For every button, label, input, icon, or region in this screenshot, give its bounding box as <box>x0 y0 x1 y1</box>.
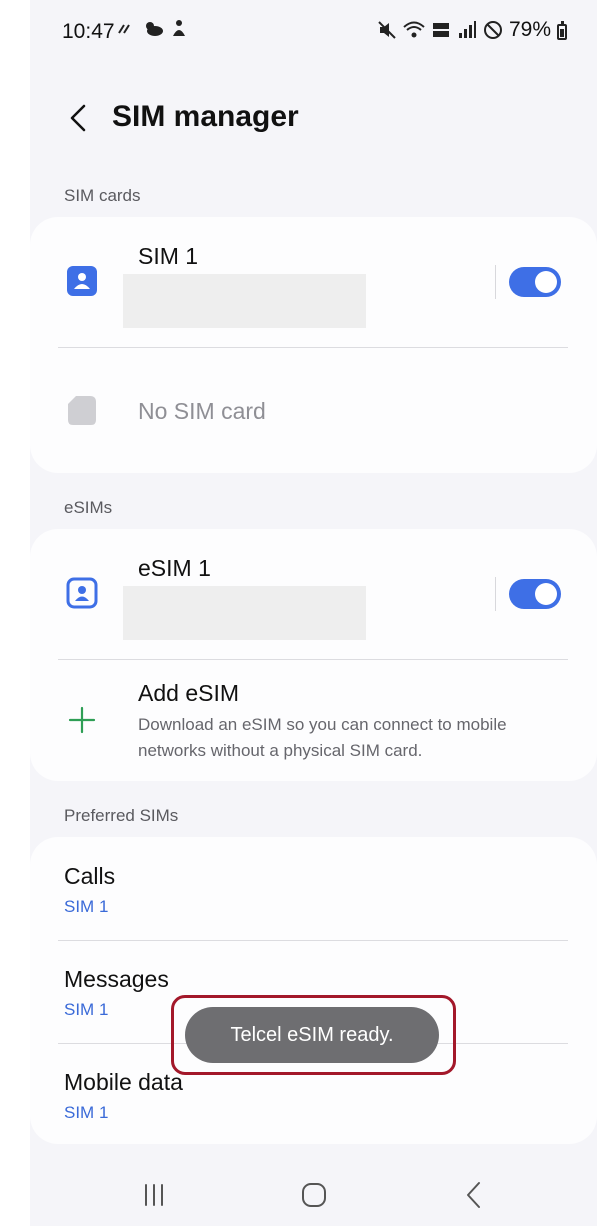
sim-manager-screen: 10:47 79% SIM manager SIM cards SIM 1 No… <box>30 0 597 1226</box>
back-icon <box>467 1182 480 1208</box>
calls-value: SIM 1 <box>64 897 109 916</box>
mobile-data-label: Mobile data <box>64 1069 183 1095</box>
page-title: SIM manager <box>112 100 299 133</box>
sim-card-icon <box>66 265 98 297</box>
back-button[interactable] <box>64 98 94 138</box>
sim-card-empty-icon <box>66 394 98 426</box>
recents-button[interactable] <box>134 1178 174 1212</box>
esim-icon <box>66 577 98 609</box>
home-icon <box>302 1183 326 1207</box>
status-time: 10:47 <box>62 20 115 43</box>
home-button[interactable] <box>294 1178 334 1212</box>
empty-sim-slot-row: No SIM card <box>30 348 597 473</box>
chevron-left-icon <box>70 104 86 132</box>
plus-icon <box>66 704 98 736</box>
preferred-sims-card: Calls SIM 1 Messages SIM 1 Mobile data S… <box>30 837 597 1144</box>
section-label-preferred-sims: Preferred SIMs <box>64 806 179 825</box>
weather-icon <box>146 22 163 36</box>
calls-row[interactable]: Calls SIM 1 <box>30 837 597 940</box>
status-bar: 10:47 79% <box>30 0 597 64</box>
mobile-data-value: SIM 1 <box>64 1103 109 1122</box>
esim1-details-redacted <box>123 586 366 640</box>
sim1-toggle[interactable] <box>509 267 561 297</box>
sim1-row[interactable]: SIM 1 <box>30 217 597 347</box>
volte-icon <box>432 23 449 37</box>
messages-label: Messages <box>64 966 169 992</box>
messages-value: SIM 1 <box>64 1000 109 1019</box>
sim1-label: SIM 1 <box>138 243 199 269</box>
sim1-details-redacted <box>123 274 366 328</box>
wifi-icon <box>403 21 425 38</box>
recents-icon <box>145 1184 163 1206</box>
status-system-icons: 79% <box>377 18 567 42</box>
toggle-knob <box>535 583 557 605</box>
add-esim-title: Add eSIM <box>138 680 239 706</box>
app-header: SIM manager <box>30 88 597 148</box>
add-esim-row[interactable]: Add eSIM Download an eSIM so you can con… <box>30 660 597 781</box>
do-not-disturb-icon <box>483 21 502 39</box>
notification-icon <box>118 24 130 34</box>
highlight-box <box>171 995 456 1075</box>
app-notification-icon <box>173 20 185 36</box>
mute-icon <box>378 21 396 39</box>
toggle-separator <box>495 265 496 299</box>
esim1-row[interactable]: eSIM 1 <box>30 529 597 659</box>
esim1-toggle[interactable] <box>509 579 561 609</box>
toggle-knob <box>535 271 557 293</box>
toggle-separator <box>495 577 496 611</box>
navigation-bar <box>30 1160 597 1226</box>
nav-back-button[interactable] <box>454 1178 494 1212</box>
battery-icon <box>557 20 567 40</box>
section-label-sim-cards: SIM cards <box>64 186 141 205</box>
esims-card: eSIM 1 Add eSIM Download an eSIM so you … <box>30 529 597 781</box>
status-notification-icons <box>116 18 188 38</box>
calls-label: Calls <box>64 863 116 889</box>
sim-cards-card: SIM 1 No SIM card <box>30 217 597 473</box>
section-label-esims: eSIMs <box>64 498 113 517</box>
battery-percent: 79% <box>508 18 551 41</box>
signal-icon <box>458 21 476 38</box>
no-sim-label: No SIM card <box>138 398 266 424</box>
add-esim-description: Download an eSIM so you can connect to m… <box>138 715 507 760</box>
esim1-label: eSIM 1 <box>138 555 211 581</box>
